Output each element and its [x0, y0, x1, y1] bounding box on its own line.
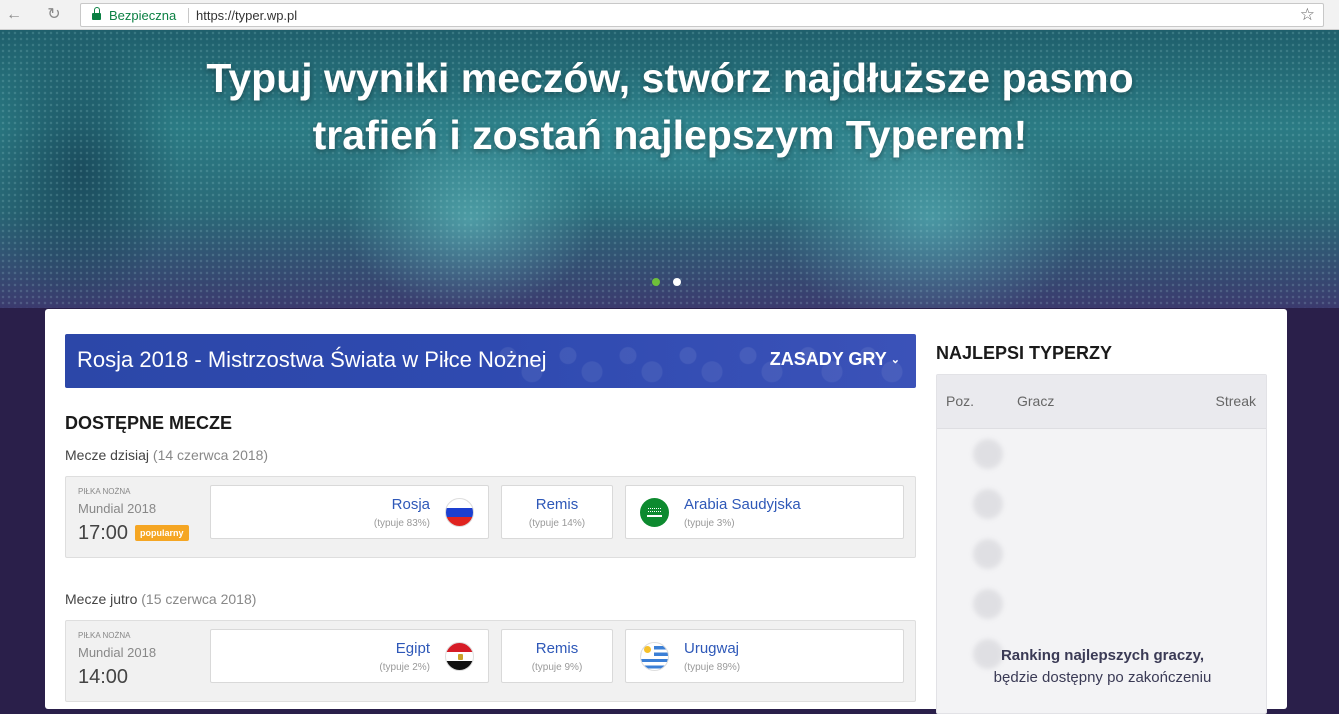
- carousel-dot[interactable]: [673, 278, 681, 286]
- day-label: Mecze jutro (15 czerwca 2018): [65, 591, 256, 607]
- team-name: Arabia Saudyjska: [684, 496, 801, 513]
- bet-draw-button[interactable]: Remis (typuje 14%): [501, 485, 613, 539]
- placeholder-row: [937, 429, 1266, 479]
- leaderboard-unavailable-message: Ranking najlepszych graczy, będzie dostę…: [937, 645, 1266, 689]
- leaderboard-rows-placeholder: [937, 429, 1266, 679]
- secure-label: Bezpieczna: [109, 8, 177, 23]
- saudi-arabia-flag-icon: [640, 498, 669, 527]
- browser-toolbar: ← ↻ Bezpieczna https://typer.wp.pl ☆: [0, 0, 1339, 30]
- message-title: Ranking najlepszych graczy,: [1000, 647, 1205, 664]
- placeholder-row: [937, 579, 1266, 629]
- draw-label: Remis: [535, 640, 579, 657]
- main-panel: Rosja 2018 - Mistrzostwa Świata w Piłce …: [45, 309, 1287, 714]
- bet-percentage: (typuje 3%): [684, 518, 735, 529]
- url-text[interactable]: https://typer.wp.pl: [196, 8, 297, 23]
- tournament-banner: Rosja 2018 - Mistrzostwa Świata w Piłce …: [65, 334, 916, 388]
- address-divider: [188, 8, 189, 23]
- rules-button[interactable]: ZASADY GRY ⌄: [770, 349, 900, 370]
- leaderboard-title: NAJLEPSI TYPERZY: [936, 343, 1113, 363]
- leaderboard-header: Poz. Gracz Streak: [937, 375, 1266, 429]
- column-streak: Streak: [1215, 393, 1256, 409]
- back-arrow-icon[interactable]: ←: [4, 5, 24, 25]
- team-name: Urugwaj: [684, 640, 740, 657]
- bet-draw-button[interactable]: Remis (typuje 9%): [501, 629, 613, 683]
- address-bar[interactable]: Bezpieczna https://typer.wp.pl ☆: [80, 3, 1324, 27]
- rules-label: ZASADY GRY: [769, 349, 887, 369]
- bet-away-button[interactable]: Urugwaj (typuje 89%): [625, 629, 904, 683]
- lock-icon: [92, 7, 101, 20]
- leaderboard-table: Poz. Gracz Streak Ranking najlepszych gr…: [936, 374, 1267, 714]
- carousel-dot-active[interactable]: [652, 278, 660, 286]
- placeholder-row: [937, 479, 1266, 529]
- team-name: Egipt: [395, 640, 430, 657]
- chevron-down-icon: ⌄: [890, 354, 900, 366]
- egypt-flag-icon: [445, 642, 474, 671]
- match-card: PIŁKA NOŻNA Mundial 2018 17:00 popularny…: [65, 476, 916, 558]
- avatar: [973, 539, 1003, 569]
- bet-home-button[interactable]: Egipt (typuje 2%): [210, 629, 489, 683]
- match-league: Mundial 2018: [78, 501, 157, 516]
- column-player: Gracz: [1017, 393, 1055, 409]
- day-name: Mecze dzisiaj: [65, 447, 150, 463]
- match-time: 17:00: [78, 522, 129, 544]
- match-league: Mundial 2018: [78, 645, 157, 660]
- popular-badge: popularny: [135, 525, 189, 541]
- match-sport: PIŁKA NOŻNA: [78, 631, 131, 640]
- day-label: Mecze dzisiaj (14 czerwca 2018): [65, 447, 268, 463]
- section-title: DOSTĘPNE MECZE: [65, 413, 233, 433]
- russia-flag-icon: [445, 498, 474, 527]
- team-name: Rosja: [391, 496, 430, 513]
- draw-label: Remis: [535, 496, 579, 513]
- bet-percentage: (typuje 14%): [528, 518, 586, 529]
- day-date: (14 czerwca 2018): [152, 447, 269, 463]
- uruguay-flag-icon: [640, 642, 669, 671]
- avatar: [973, 489, 1003, 519]
- hero-title: Typuj wyniki meczów, stwórz najdłuższe p…: [206, 55, 1134, 158]
- placeholder-row: [937, 529, 1266, 579]
- reload-icon[interactable]: ↻: [44, 5, 64, 25]
- match-sport: PIŁKA NOŻNA: [78, 487, 131, 496]
- avatar: [973, 439, 1003, 469]
- bet-percentage: (typuje 83%): [373, 518, 430, 529]
- day-name: Mecze jutro: [65, 591, 138, 607]
- hero-banner: Typuj wyniki meczów, stwórz najdłuższe p…: [0, 30, 1339, 308]
- match-time: 14:00: [78, 666, 129, 688]
- day-date: (15 czerwca 2018): [141, 591, 257, 607]
- avatar: [973, 589, 1003, 619]
- bet-away-button[interactable]: Arabia Saudyjska (typuje 3%): [625, 485, 904, 539]
- bet-percentage: (typuje 2%): [379, 662, 430, 673]
- bet-home-button[interactable]: Rosja (typuje 83%): [210, 485, 489, 539]
- column-position: Poz.: [946, 393, 975, 409]
- match-card: PIŁKA NOŻNA Mundial 2018 14:00 Egipt (ty…: [65, 620, 916, 702]
- bet-percentage: (typuje 89%): [684, 662, 741, 673]
- tournament-title: Rosja 2018 - Mistrzostwa Świata w Piłce …: [77, 347, 547, 372]
- bet-percentage: (typuje 9%): [531, 662, 583, 673]
- bookmark-star-icon[interactable]: ☆: [1300, 5, 1315, 25]
- message-text: będzie dostępny po zakończeniu: [993, 669, 1212, 686]
